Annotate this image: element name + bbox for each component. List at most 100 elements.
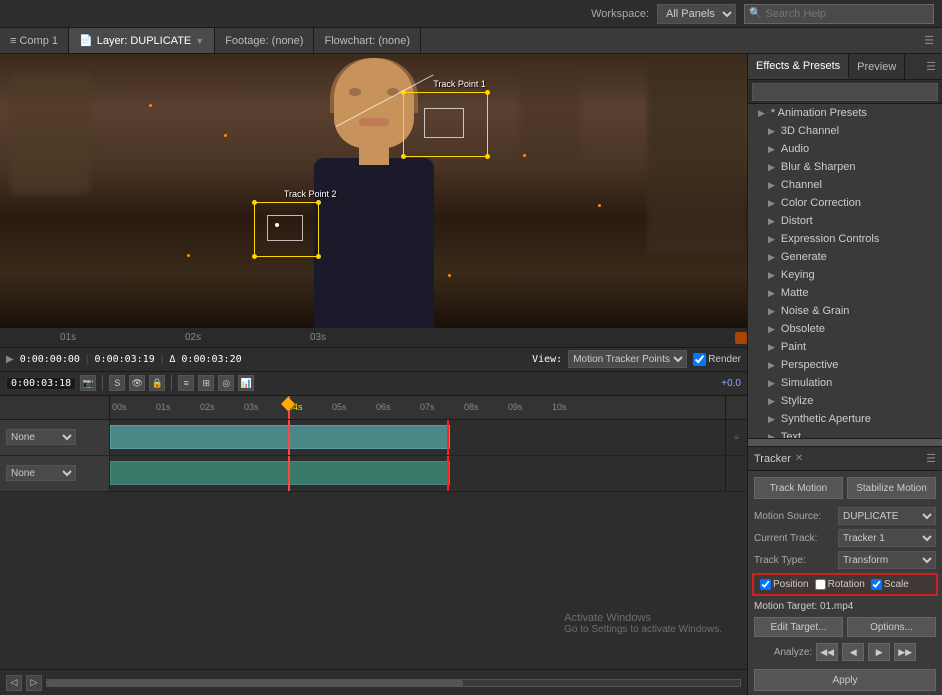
tl-label-area — [0, 396, 110, 419]
analyze-rewind-btn[interactable]: ◀◀ — [816, 643, 838, 661]
motion-source-select[interactable]: DUPLICATE — [838, 507, 936, 525]
track-content-1 — [110, 420, 725, 455]
effect-item-animation-presets[interactable]: ▶ * Animation Presets — [748, 104, 942, 122]
timeline-area: 00s 01s 02s 03s 04s 05s 06s 07s 08s 09s … — [0, 396, 747, 670]
effect-label-text: Text — [781, 431, 801, 438]
tab-layer-label: Layer: DUPLICATE — [97, 35, 192, 47]
effect-item-noise[interactable]: ▶ Noise & Grain — [748, 302, 942, 320]
effect-item-simulation[interactable]: ▶ Simulation — [748, 374, 942, 392]
shy-btn[interactable]: 👁 — [129, 375, 145, 391]
tab-flowchart-label: Flowchart: (none) — [324, 35, 410, 47]
effect-item-keying[interactable]: ▶ Keying — [748, 266, 942, 284]
collapse-btn[interactable]: ≡ — [178, 375, 194, 391]
effect-item-color-correction[interactable]: ▶ Color Correction — [748, 194, 942, 212]
apply-btn[interactable]: Apply — [754, 669, 936, 691]
effect-label-animation: * Animation Presets — [771, 107, 867, 119]
effect-label-3d: 3D Channel — [781, 125, 839, 137]
effect-chevron-color: ▶ — [768, 198, 775, 209]
track-select-1[interactable]: None — [6, 429, 76, 445]
tab-layer[interactable]: 📄 Layer: DUPLICATE ▼ — [69, 28, 215, 53]
position-checkbox[interactable] — [760, 579, 771, 590]
tab-preview[interactable]: Preview — [849, 54, 905, 79]
edit-target-btn[interactable]: Edit Target... — [754, 617, 843, 637]
ruler-mark-2: 02s — [185, 332, 201, 343]
effects-search-input[interactable] — [752, 83, 938, 101]
motion-target-label: Motion Target: 01.mp4 — [754, 601, 853, 612]
analyze-forward-btn[interactable]: ▶▶ — [894, 643, 916, 661]
effect-label-keying: Keying — [781, 269, 815, 281]
track-select-2[interactable]: None — [6, 465, 76, 481]
effect-item-expression[interactable]: ▶ Expression Controls — [748, 230, 942, 248]
effect-item-matte[interactable]: ▶ Matte — [748, 284, 942, 302]
bottom-toolbar: ◁ ▷ — [0, 669, 747, 695]
effect-chevron-stylize: ▶ — [768, 396, 775, 407]
render-checkbox[interactable] — [693, 353, 706, 366]
workspace-select[interactable]: All Panels — [657, 4, 736, 24]
current-track-select[interactable]: Tracker 1 — [838, 529, 936, 547]
tab-effects-presets[interactable]: Effects & Presets — [748, 54, 849, 79]
tab-menu-icon[interactable]: ☰ — [916, 28, 942, 53]
track-scatter-3 — [523, 154, 526, 157]
effect-item-perspective[interactable]: ▶ Perspective — [748, 356, 942, 374]
tracker-header: Tracker ✕ ☰ — [748, 447, 942, 471]
track-type-select[interactable]: Transform — [838, 551, 936, 569]
tab-footage[interactable]: Footage: (none) — [215, 28, 314, 53]
tracker-menu-icon[interactable]: ☰ — [926, 452, 936, 465]
stabilize-motion-btn[interactable]: Stabilize Motion — [847, 477, 936, 499]
effect-label-blur: Blur & Sharpen — [781, 161, 856, 173]
search-box: 🔍 — [744, 4, 934, 24]
effect-item-generate[interactable]: ▶ Generate — [748, 248, 942, 266]
current-track-label: Current Track: — [754, 533, 834, 544]
effect-item-synthetic[interactable]: ▶ Synthetic Aperture — [748, 410, 942, 428]
lock-btn[interactable]: 🔒 — [149, 375, 165, 391]
timeline-ruler-header: 00s 01s 02s 03s 04s 05s 06s 07s 08s 09s … — [0, 396, 747, 420]
rotation-checkbox[interactable] — [815, 579, 826, 590]
offset-label: +0.0 — [721, 378, 741, 389]
effect-item-blur[interactable]: ▶ Blur & Sharpen — [748, 158, 942, 176]
scale-checkbox[interactable] — [871, 579, 882, 590]
tab-comp[interactable]: ≡ Comp 1 — [0, 28, 69, 53]
graph-btn[interactable]: 📊 — [238, 375, 254, 391]
effect-item-text[interactable]: ▶ Text — [748, 428, 942, 438]
timecode-2: 0:00:03:19 — [95, 354, 155, 365]
solo-btn[interactable]: S — [109, 375, 125, 391]
track-type-label: Track Type: — [754, 555, 834, 566]
effect-item-audio[interactable]: ▶ Audio — [748, 140, 942, 158]
rotation-label: Rotation — [828, 579, 865, 590]
frame-blend-btn[interactable]: ⊞ — [198, 375, 214, 391]
tl-mark-1: 01s — [156, 402, 171, 412]
track-content-2 — [110, 456, 725, 491]
track-dot-2-bl — [252, 254, 257, 259]
tracker-buttons: Track Motion Stabilize Motion — [748, 471, 942, 505]
transport-bar: 0:00:03:18 📷 S 👁 🔒 ≡ ⊞ ◎ 📊 +0.0 — [0, 372, 747, 396]
tl-mark-6: 06s — [376, 402, 391, 412]
effects-panel-menu[interactable]: ☰ — [920, 54, 942, 79]
track-row-1: None ≡ — [0, 420, 747, 456]
search-input[interactable] — [765, 8, 925, 20]
tracker-close-btn[interactable]: ✕ — [795, 453, 803, 464]
track-motion-btn[interactable]: Track Motion — [754, 477, 843, 499]
zoom-in-btn[interactable]: ▷ — [26, 675, 42, 691]
track-clip-1 — [110, 425, 450, 450]
analyze-play-btn[interactable]: ▶ — [868, 643, 890, 661]
tab-flowchart[interactable]: Flowchart: (none) — [314, 28, 421, 53]
view-select[interactable]: Motion Tracker Points — [568, 350, 687, 368]
effect-item-channel[interactable]: ▶ Channel — [748, 176, 942, 194]
search-icon: 🔍 — [749, 8, 761, 19]
effect-chevron-expression: ▶ — [768, 234, 775, 245]
effect-label-perspective: Perspective — [781, 359, 838, 371]
zoom-out-btn[interactable]: ◁ — [6, 675, 22, 691]
scroll-bar[interactable] — [46, 679, 741, 687]
effect-item-paint[interactable]: ▶ Paint — [748, 338, 942, 356]
tl-mark-8: 08s — [464, 402, 479, 412]
options-btn[interactable]: Options... — [847, 617, 936, 637]
motion-blur-btn[interactable]: ◎ — [218, 375, 234, 391]
snap-btn[interactable]: 📷 — [80, 375, 96, 391]
eye-left — [349, 88, 361, 96]
effect-item-stylize[interactable]: ▶ Stylize — [748, 392, 942, 410]
analyze-back-btn[interactable]: ◀ — [842, 643, 864, 661]
effect-item-obsolete[interactable]: ▶ Obsolete — [748, 320, 942, 338]
effect-item-3d-channel[interactable]: ▶ 3D Channel — [748, 122, 942, 140]
rotation-checkbox-label: Rotation — [815, 579, 865, 590]
effect-item-distort[interactable]: ▶ Distort — [748, 212, 942, 230]
